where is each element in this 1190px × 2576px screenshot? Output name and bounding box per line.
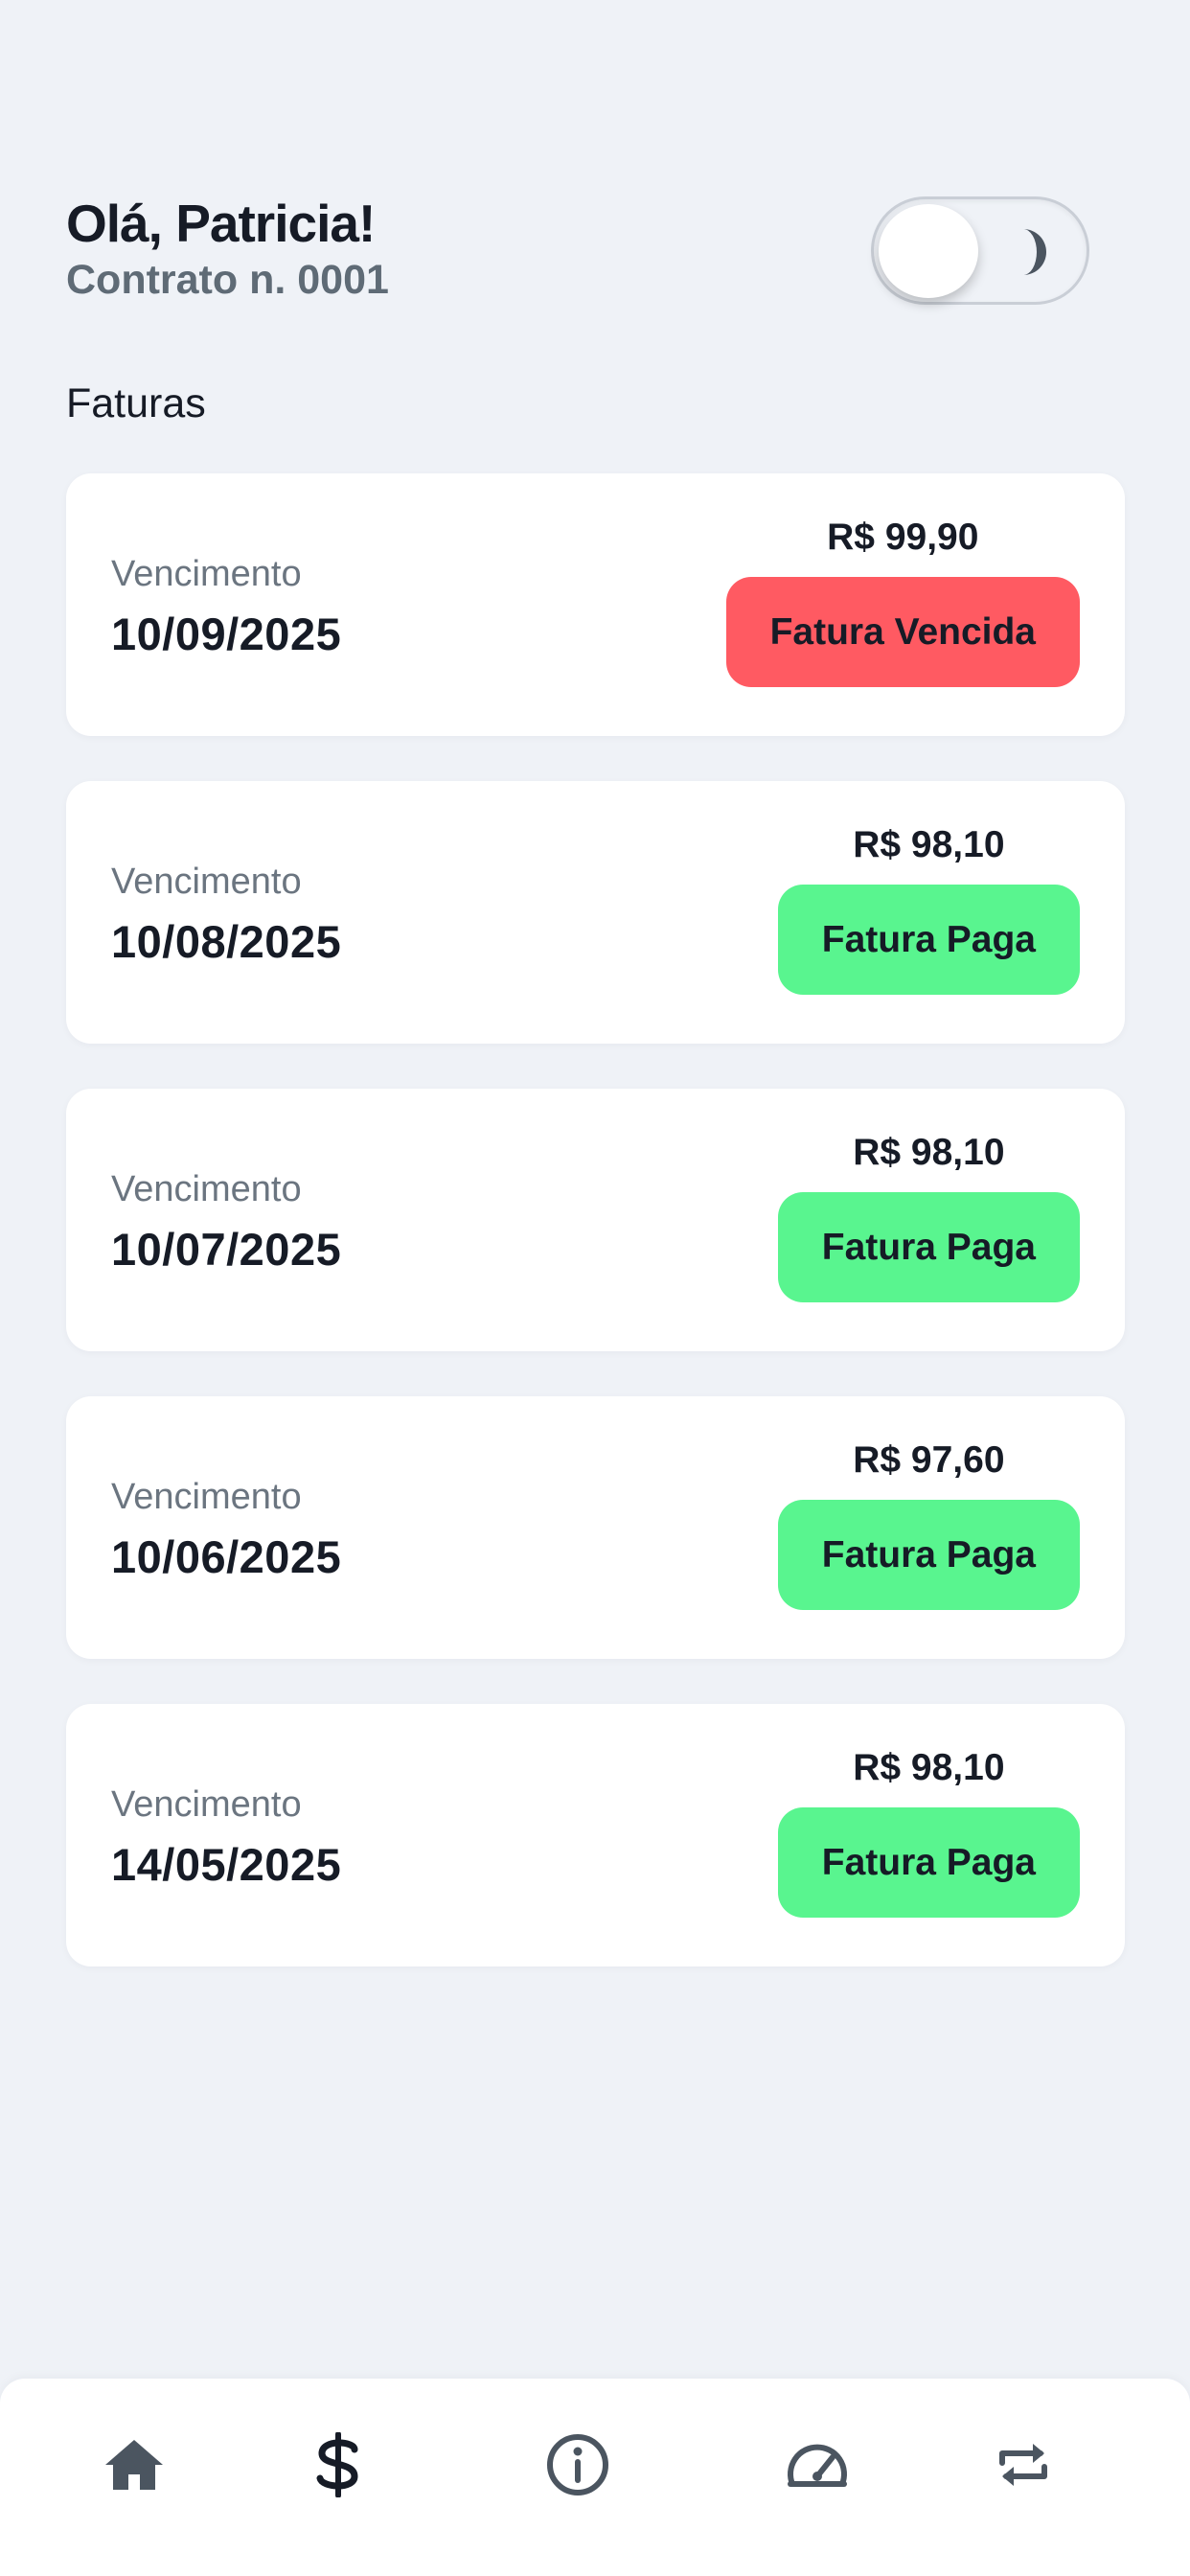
- invoice-card[interactable]: Vencimento 10/09/2025 R$ 99,90 Fatura Ve…: [66, 473, 1125, 736]
- bottom-nav: [0, 2379, 1190, 2576]
- moon-icon: [1023, 229, 1046, 275]
- repeat-icon: [999, 2444, 1047, 2486]
- dollar-icon: [316, 2432, 358, 2497]
- header: Olá, Patricia! Contrato n. 0001: [66, 192, 389, 305]
- due-label: Vencimento: [111, 1477, 302, 1517]
- due-label: Vencimento: [111, 1169, 302, 1209]
- nav-info[interactable]: [530, 2417, 626, 2513]
- due-date: 14/05/2025: [111, 1839, 342, 1890]
- invoice-card[interactable]: Vencimento 14/05/2025 R$ 98,10 Fatura Pa…: [66, 1704, 1125, 1966]
- invoice-amount: R$ 98,10: [853, 824, 1005, 865]
- nav-speed[interactable]: [769, 2417, 865, 2513]
- invoice-list: Vencimento 10/09/2025 R$ 99,90 Fatura Ve…: [66, 473, 1125, 2012]
- status-badge[interactable]: Fatura Paga: [777, 1192, 1080, 1302]
- speedometer-icon: [788, 2444, 847, 2487]
- status-badge[interactable]: Fatura Paga: [777, 1807, 1080, 1918]
- greeting: Olá, Patricia!: [66, 194, 376, 253]
- invoice-card[interactable]: Vencimento 10/07/2025 R$ 98,10 Fatura Pa…: [66, 1089, 1125, 1351]
- due-label: Vencimento: [111, 1784, 302, 1825]
- invoice-amount: R$ 98,10: [853, 1132, 1005, 1173]
- invoice-amount: R$ 97,60: [853, 1439, 1005, 1481]
- theme-toggle[interactable]: [871, 196, 1089, 305]
- nav-invoices[interactable]: [290, 2417, 386, 2513]
- due-date: 10/07/2025: [111, 1224, 342, 1275]
- home-icon: [105, 2440, 163, 2490]
- status-badge[interactable]: Fatura Vencida: [725, 577, 1080, 687]
- invoice-card[interactable]: Vencimento 10/08/2025 R$ 98,10 Fatura Pa…: [66, 781, 1125, 1044]
- toggle-knob[interactable]: [879, 204, 978, 298]
- status-badge[interactable]: Fatura Paga: [777, 885, 1080, 995]
- invoice-amount: R$ 98,10: [853, 1747, 1005, 1788]
- due-date: 10/08/2025: [111, 916, 342, 967]
- info-icon: [547, 2434, 608, 2496]
- contract-number: Contrato n. 0001: [66, 257, 389, 303]
- due-date: 10/06/2025: [111, 1531, 342, 1582]
- status-badge[interactable]: Fatura Paga: [777, 1500, 1080, 1610]
- due-label: Vencimento: [111, 862, 302, 902]
- invoice-card[interactable]: Vencimento 10/06/2025 R$ 97,60 Fatura Pa…: [66, 1396, 1125, 1659]
- invoice-amount: R$ 99,90: [827, 517, 979, 558]
- section-title: Faturas: [66, 380, 206, 426]
- nav-home[interactable]: [86, 2417, 182, 2513]
- nav-transfer[interactable]: [975, 2417, 1071, 2513]
- due-label: Vencimento: [111, 554, 302, 594]
- due-date: 10/09/2025: [111, 609, 342, 659]
